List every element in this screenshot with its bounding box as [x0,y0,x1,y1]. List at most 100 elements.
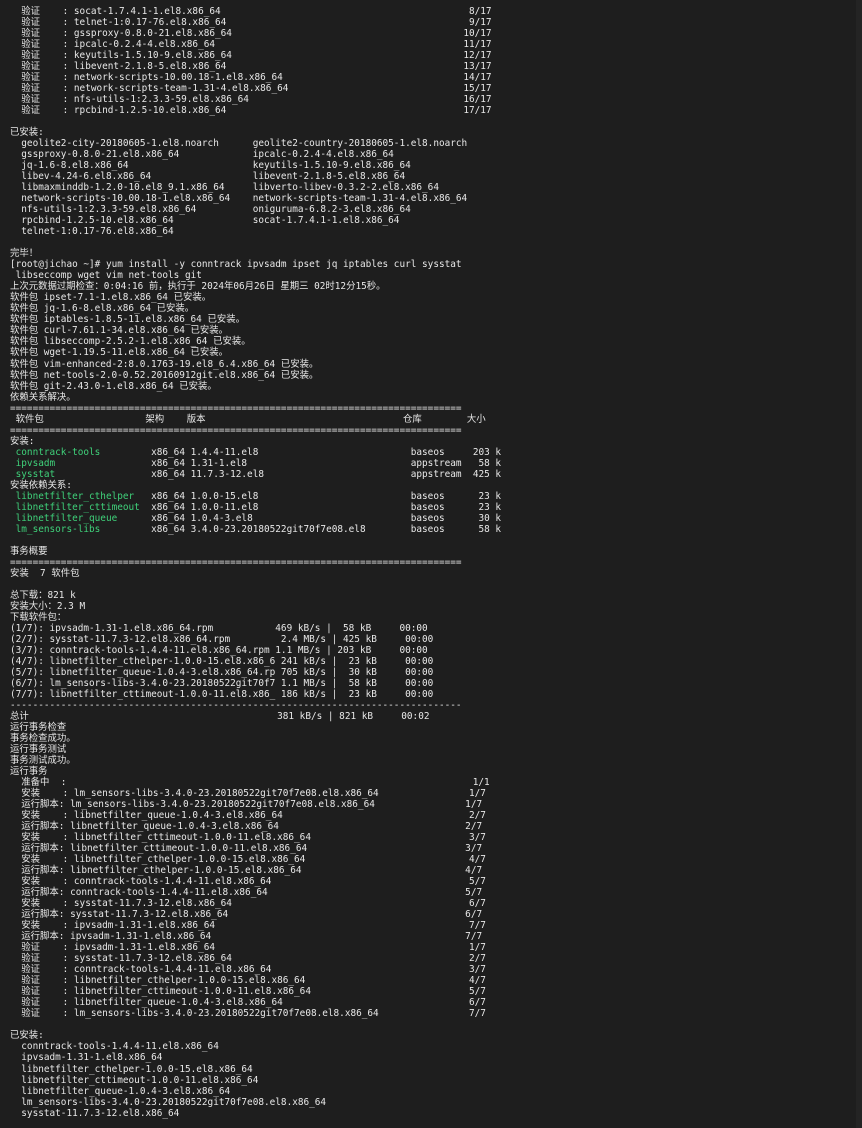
terminal-line: 软件包 iptables-1.8.5-11.el8.x86_64 已安装。 [10,314,245,326]
terminal-line: ipvsadm-1.31-1.el8.x86_64 [10,1052,163,1064]
terminal-scrollbar[interactable] [856,0,862,1128]
package-details: x86_64 3.4.0-23.20180522git70f7e08.el8 b… [100,523,502,535]
terminal-line: 验证 : nfs-utils-1:2.3.3-59.el8.x86_64 16/… [10,94,492,106]
package-name-highlight: lm_sensors-libs [10,523,101,535]
terminal-line: 验证 : libnetfilter_cttimeout-1.0.0-11.el8… [10,986,486,998]
terminal-line: 运行脚本: ipvsadm-1.31-1.el8.x86_64 7/7 [10,931,483,943]
package-name-highlight: sysstat [10,468,56,480]
terminal-line: 软件包 curl-7.61.1-34.el8.x86_64 已安装。 [10,325,229,337]
terminal-line: 软件包 架构 版本 仓库 大小 [10,413,486,425]
terminal-line: 运行事务检查 [10,722,67,734]
terminal-line: 安装 : lm_sensors-libs-3.4.0-23.20180522gi… [10,788,486,800]
terminal-line: libnetfilter_cthelper-1.0.0-15.el8.x86_6… [10,1063,253,1075]
terminal-line: libnetfilter_queue-1.0.4-3.el8.x86_64 [10,1085,231,1097]
package-details: x86_64 1.31-1.el8 appstream 58 k [55,457,502,469]
terminal-line: 验证 : keyutils-1.5.10-9.el8.x86_64 12/17 [10,50,492,62]
terminal-line: 验证 : ipcalc-0.2.4-4.el8.x86_64 11/17 [10,39,492,51]
terminal-line: (6/7): lm_sensors-libs-3.4.0-23.20180522… [10,677,434,689]
terminal-line: 安装 : sysstat-11.7.3-12.el8.x86_64 6/7 [10,898,486,910]
terminal-line: 验证 : libnetfilter_queue-1.0.4-3.el8.x86_… [10,997,486,1009]
terminal-line: libseccomp wget vim net-tools git [10,270,202,282]
package-name-highlight: conntrack-tools [10,446,101,458]
terminal-line: 安装 : conntrack-tools-1.4.4-11.el8.x86_64… [10,876,486,888]
terminal-line: ========================================… [10,402,462,414]
terminal-line: 完毕！ [10,248,39,260]
terminal-line: 安装 : libnetfilter_queue-1.0.4-3.el8.x86_… [10,810,486,822]
terminal-line: 运行事务 [10,766,48,778]
terminal-line: 验证 : lm_sensors-libs-3.4.0-23.20180522gi… [10,1008,486,1020]
terminal-line: conntrack-tools x86_64 1.4.4-11.el8 base… [10,447,862,458]
terminal-output: 验证 : socat-1.7.4.1-1.el8.x86_64 8/17 验证 … [10,6,862,1119]
terminal-line: 安装 : libnetfilter_cthelper-1.0.0-15.el8.… [10,854,486,866]
terminal-line: 运行事务测试 [10,744,67,756]
terminal-line: 运行脚本: libnetfilter_queue-1.0.4-3.el8.x86… [10,821,483,833]
terminal-line: 验证 : conntrack-tools-1.4.4-11.el8.x86_64… [10,964,486,976]
terminal-line: 验证 : network-scripts-team-1.31-4.el8.x86… [10,83,492,95]
terminal-line: 验证 : sysstat-11.7.3-12.el8.x86_64 2/7 [10,953,486,965]
terminal-line: (3/7): conntrack-tools-1.4.4-11.el8.x86_… [10,644,428,656]
terminal-line: libev-4.24-6.el8.x86_64 libevent-2.1.8-5… [10,171,406,183]
terminal-line: lm_sensors-libs x86_64 3.4.0-23.20180522… [10,524,862,535]
terminal-line: 验证 : rpcbind-1.2.5-10.el8.x86_64 17/17 [10,105,492,117]
terminal-line: 验证 : network-scripts-10.00.18-1.el8.x86_… [10,72,492,84]
terminal-window[interactable]: 验证 : socat-1.7.4.1-1.el8.x86_64 8/17 验证 … [0,0,862,1128]
terminal-line: 安装: [10,435,35,447]
terminal-line: gssproxy-0.8.0-21.el8.x86_64 ipcalc-0.2.… [10,149,394,161]
package-details: x86_64 1.0.4-3.el8 baseos 30 k [117,512,502,524]
terminal-line: 软件包 libseccomp-2.5.2-1.el8.x86_64 已安装。 [10,336,251,348]
terminal-line: 总计 381 kB/s | 821 kB 00:02 [10,711,430,722]
terminal-line: telnet-1:0.17-76.el8.x86_64 [10,226,174,238]
terminal-line: 运行脚本: sysstat-11.7.3-12.el8.x86_64 6/7 [10,909,483,921]
terminal-line: libmaxminddb-1.2.0-10.el8_9.1.x86_64 lib… [10,182,439,194]
terminal-line: (2/7): sysstat-11.7.3-12.el8.x86_64.rpm … [10,633,434,645]
terminal-line: 已安装: [10,127,44,139]
package-name-highlight: ipvsadm [10,457,56,469]
terminal-line: 运行脚本: conntrack-tools-1.4.4-11.el8.x86_6… [10,887,483,899]
terminal-line: 总下载：821 k [10,589,76,601]
terminal-line: [root@jichao ~]# yum install -y conntrac… [10,259,462,271]
terminal-line: 运行脚本: lm_sensors-libs-3.4.0-23.20180522g… [10,799,483,811]
terminal-line: 软件包 git-2.43.0-1.el8.x86_64 已安装。 [10,380,217,392]
terminal-line: network-scripts-10.00.18-1.el8.x86_64 ne… [10,193,468,205]
terminal-line: libnetfilter_cttimeout-1.0.0-11.el8.x86_… [10,1074,259,1086]
terminal-line: 运行脚本: libnetfilter_cthelper-1.0.0-15.el8… [10,865,483,877]
package-details: x86_64 1.0.0-15.el8 baseos 23 k [134,490,502,502]
terminal-line: geolite2-city-20180605-1.el8.noarch geol… [10,138,468,150]
package-details: x86_64 1.0.0-11.el8 baseos 23 k [139,501,502,513]
terminal-line: 事务测试成功。 [10,755,76,767]
terminal-line: ----------------------------------------… [10,699,462,711]
terminal-line: 验证 : libnetfilter_cthelper-1.0.0-15.el8.… [10,975,486,987]
terminal-line: sysstat x86_64 11.7.3-12.el8 appstream 4… [10,469,862,480]
terminal-line: 下载软件包： [10,611,67,623]
terminal-line: 依赖关系解决。 [10,391,76,403]
terminal-line: 验证 : telnet-1:0.17-76.el8.x86_64 9/17 [10,17,492,29]
terminal-line: ========================================… [10,424,462,436]
package-details: x86_64 11.7.3-12.el8 appstream 425 k [55,468,502,480]
terminal-line: (5/7): libnetfilter_queue-1.0.4-3.el8.x8… [10,666,434,678]
terminal-line: 验证 : socat-1.7.4.1-1.el8.x86_64 8/17 [10,6,492,17]
terminal-line: rpcbind-1.2.5-10.el8.x86_64 socat-1.7.4.… [10,215,400,227]
terminal-line: 验证 : gssproxy-0.8.0-21.el8.x86_64 10/17 [10,28,492,40]
terminal-line: 安装 : ipvsadm-1.31-1.el8.x86_64 7/7 [10,920,486,932]
terminal-line: (7/7): libnetfilter_cttimeout-1.0.0-11.e… [10,688,434,700]
terminal-line: 软件包 ipset-7.1-1.el8.x86_64 已安装。 [10,292,212,304]
terminal-line: libnetfilter_cttimeout x86_64 1.0.0-11.e… [10,502,862,513]
terminal-line: nfs-utils-1:2.3.3-59.el8.x86_64 onigurum… [10,204,411,216]
terminal-line: 软件包 wget-1.19.5-11.el8.x86_64 已安装。 [10,347,229,359]
terminal-line: (4/7): libnetfilter_cthelper-1.0.0-15.el… [10,655,434,667]
terminal-line: ipvsadm x86_64 1.31-1.el8 appstream 58 k [10,458,862,469]
terminal-line: (1/7): ipvsadm-1.31-1.el8.x86_64.rpm 469… [10,622,428,634]
terminal-line: 安装 7 软件包 [10,567,80,579]
terminal-line: 验证 : libevent-2.1.8-5.el8.x86_64 13/17 [10,61,492,73]
terminal-line: 安装 : libnetfilter_cttimeout-1.0.0-11.el8… [10,832,486,844]
terminal-line: 事务检查成功。 [10,733,76,745]
terminal-line: 软件包 jq-1.6-8.el8.x86_64 已安装。 [10,303,195,315]
terminal-line: sysstat-11.7.3-12.el8.x86_64 [10,1107,180,1119]
package-name-highlight: libnetfilter_queue [10,512,118,524]
terminal-line: lm_sensors-libs-3.4.0-23.20180522git70f7… [10,1096,327,1108]
